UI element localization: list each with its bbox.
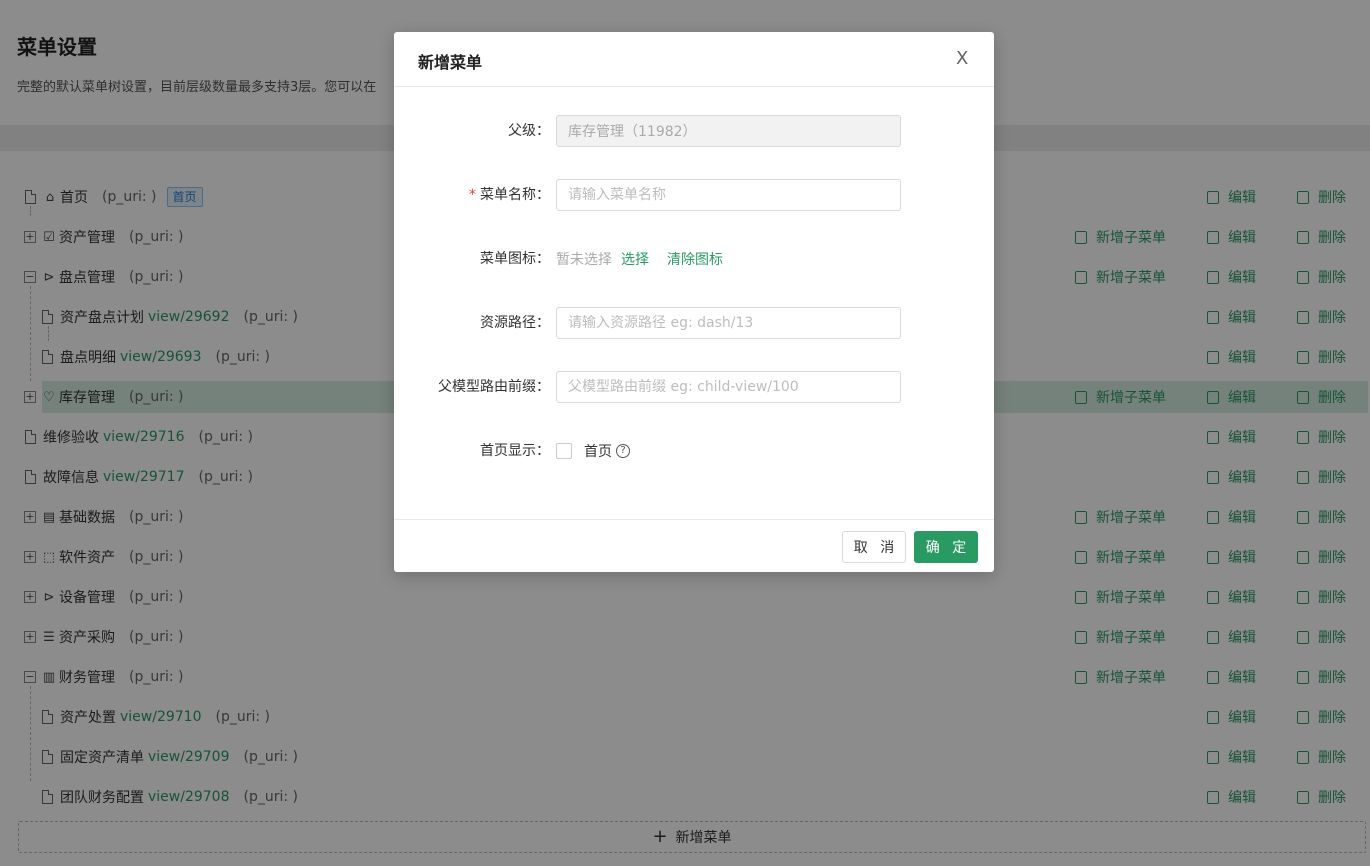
name-row: * 菜单名称： — [394, 179, 994, 211]
dialog-title: 新增菜单 — [418, 53, 483, 72]
select-icon-link[interactable]: 选择 — [621, 249, 649, 269]
home-label: 首页显示： — [480, 443, 550, 459]
icon-label-text: 菜单图标 — [480, 251, 536, 267]
home-row: 首页显示： 首页 ? — [394, 435, 994, 467]
icon-picker: 暂未选择 选择 清除图标 — [556, 243, 723, 275]
icon-label: 菜单图标： — [480, 251, 550, 267]
required-mark: * — [469, 187, 476, 203]
home-option-label: 首页 — [584, 444, 612, 460]
parent-row: 父级： — [394, 115, 994, 147]
close-icon[interactable]: X — [956, 48, 968, 69]
home-label-text: 首页显示 — [480, 443, 536, 459]
question-icon[interactable]: ? — [616, 444, 630, 458]
icon-row: 菜单图标： 暂未选择 选择 清除图标 — [394, 243, 994, 275]
parent-field — [556, 115, 901, 147]
path-label-text: 资源路径 — [480, 315, 536, 331]
clear-icon-link[interactable]: 清除图标 — [667, 249, 723, 269]
dialog-footer: 取 消 确 定 — [394, 519, 994, 572]
home-option: 首页 ? — [556, 435, 630, 467]
icon-status: 暂未选择 — [556, 252, 612, 268]
prefix-label: 父模型路由前缀： — [438, 379, 550, 395]
resource-path-input[interactable] — [556, 307, 901, 339]
name-label: * 菜单名称： — [469, 187, 550, 203]
confirm-button[interactable]: 确 定 — [914, 531, 978, 563]
route-prefix-input[interactable] — [556, 371, 901, 403]
prefix-label-text: 父模型路由前缀 — [438, 379, 536, 395]
prefix-row: 父模型路由前缀： — [394, 371, 994, 403]
add-menu-dialog: 新增菜单 X 父级： *菜单名称： 菜单图标： 暂未选择 选择 清除图标 资源路… — [394, 32, 994, 572]
home-checkbox[interactable] — [556, 443, 572, 459]
cancel-button[interactable]: 取 消 — [842, 531, 906, 563]
name-label-text: 菜单名称 — [480, 187, 536, 203]
dialog-header: 新增菜单 X — [394, 32, 994, 87]
parent-label: 父级： — [508, 123, 550, 139]
path-label: 资源路径： — [480, 315, 550, 331]
parent-label-text: 父级 — [508, 123, 536, 139]
path-row: 资源路径： — [394, 307, 994, 339]
menu-name-input[interactable] — [556, 179, 901, 211]
